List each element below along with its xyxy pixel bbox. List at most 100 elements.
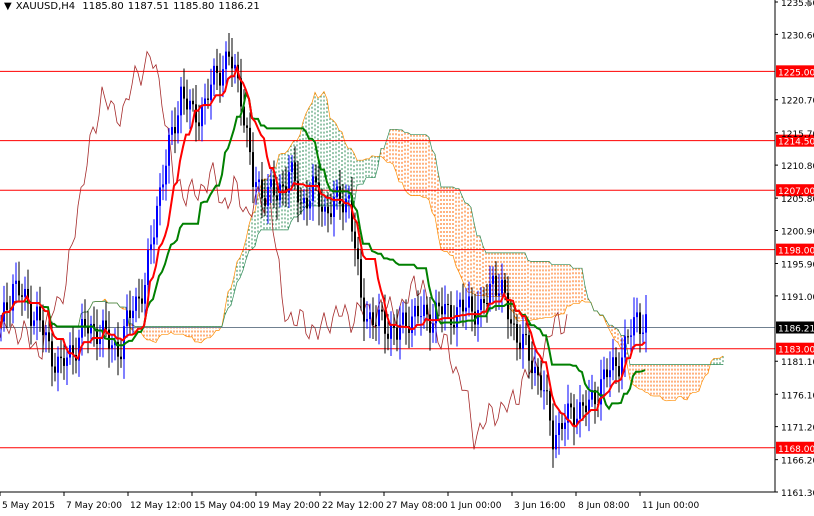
candle-body [483,299,485,303]
candle-body [471,296,473,312]
candle-body [606,369,608,378]
candle-body [411,316,413,334]
candle-body [171,127,173,135]
candle-body [270,179,272,187]
candle-body [564,422,566,429]
candle-body [303,197,305,204]
candle-body [267,186,269,206]
x-tick-label: 1 Jun 00:00 [450,501,502,511]
x-tick-label: 7 May 20:00 [66,501,122,511]
candle-body [531,360,533,374]
y-tick-label: 1205.80 [781,195,814,205]
chikou-span-line [0,50,568,450]
tenkan-sen-line [0,64,646,428]
candle-body [213,65,215,85]
candle-body [30,303,32,326]
candle-body [642,332,644,334]
candle-body [138,296,140,299]
candle-body [126,310,128,327]
candle-body [555,434,557,450]
candle-body [573,407,575,426]
candle-body [135,296,137,311]
candle-body [150,244,152,251]
candle-body [486,302,488,304]
candle-body [57,356,59,373]
candle-body [87,326,89,334]
level-label: 1183.00 [778,346,814,356]
chart-header: ▼ XAUUSD,H4 1185.80 1187.51 1185.80 1186.21 [4,1,264,12]
candle-body [480,299,482,310]
candle-body [375,325,377,327]
candle-body [414,305,416,317]
candle-body [21,295,23,297]
candle-body [84,319,86,327]
candle-body [165,165,167,185]
candle-body [63,358,65,366]
candle-body [570,403,572,408]
candle-body [339,186,341,204]
candle-body [552,420,554,450]
candle-body [315,176,317,183]
chart-window: 1225.00 1214.50 1207.00 1198.00 1183.00 1168.… [0,0,814,516]
candle-body [384,311,386,334]
candle-body [51,341,53,367]
x-tick-label: 19 May 20:00 [258,501,320,511]
candle-body [453,324,455,328]
candle-body [492,275,494,284]
x-tick-label: 27 May 08:00 [386,501,448,511]
close-value: 1186.21 [218,1,260,12]
candle-body [345,198,347,213]
candle-body [468,296,470,308]
candle-body [249,127,251,153]
y-tick-label: 1191.00 [781,293,814,303]
candle-body [543,390,545,392]
candle-body [141,298,143,304]
candle-body [276,195,278,201]
candle-body [294,162,296,181]
current-price-label: 1186.21 [778,325,814,335]
x-tick-label: 11 Jun 00:00 [642,501,699,511]
candle-body [357,248,359,260]
candle-body [324,206,326,212]
candle-body [558,423,560,435]
candle-body [516,323,518,343]
candle-body [420,316,422,318]
candle-body [417,305,419,317]
y-tick-label: 1215.70 [781,130,814,140]
price-chart[interactable]: 1225.001214.501207.001198.001183.001168.… [0,0,814,516]
candle-body [219,72,221,86]
candle-body [378,309,380,326]
candle-body [129,310,131,319]
candle-body [348,195,350,199]
candle-body [291,162,293,173]
open-value: 1185.80 [82,1,124,12]
candle-body [327,206,329,214]
candle-body [582,402,584,406]
candle-body [273,179,275,196]
menu-arrow-icon[interactable]: ▼ [4,1,12,12]
candle-body [156,205,158,238]
y-tick-label: 1230.60 [781,31,814,41]
candle-body [132,310,134,319]
candle-body [363,297,365,322]
candle-body [360,259,362,298]
candle-body [462,299,464,312]
x-tick-label: 15 May 04:00 [194,501,256,511]
candle-body [45,332,47,336]
candle-body [372,312,374,326]
candle-body [423,304,425,317]
candle-body [510,319,512,324]
candle-body [234,64,236,69]
candle-body [615,357,617,367]
candle-body [69,345,71,358]
candle-body [60,356,62,359]
candle-body [207,98,209,100]
candle-body [255,182,257,187]
x-tick-label: 22 May 12:00 [322,501,384,511]
candle-body [459,299,461,308]
x-tick-label: 8 Jun 08:00 [578,501,630,511]
candle-body [6,302,8,311]
candle-body [627,336,629,338]
candle-body [498,293,500,296]
candle-body [168,134,170,166]
